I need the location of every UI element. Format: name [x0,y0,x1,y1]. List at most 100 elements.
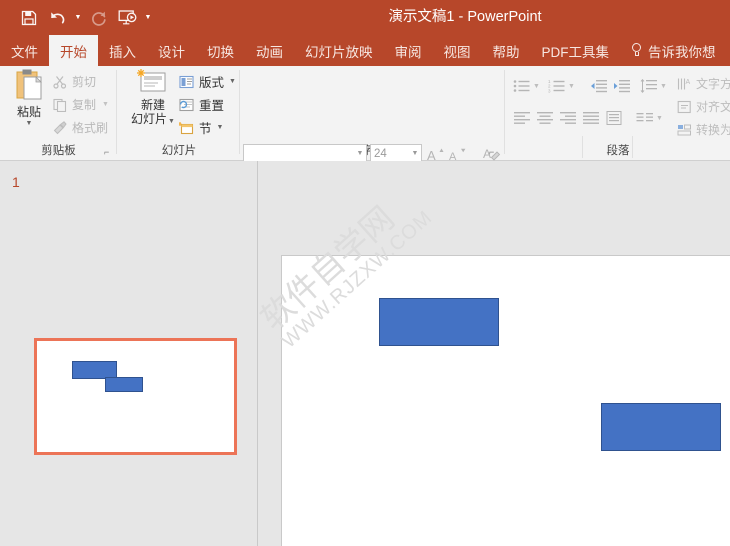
paste-label: 粘贴 [16,105,41,119]
paragraph-separator-2 [632,136,633,158]
bullets-dropdown-icon[interactable]: ▼ [532,76,541,96]
section-icon [178,120,195,136]
thumbnail-rectangle-2 [105,377,143,392]
numbering-button[interactable]: 1 2 3 [546,76,567,96]
copy-button[interactable]: 复制 ▼ [52,96,109,113]
align-left-button[interactable] [511,108,532,128]
new-slide-label-2-text: 幻灯片 [131,112,168,126]
tab-help[interactable]: 帮助 [482,35,531,66]
title-bar: ▼ ▼ 演示文稿1 - PowerPoint [0,0,730,35]
text-direction-icon: A [676,76,692,91]
new-slide-dropdown-icon[interactable]: ▼ [168,118,175,125]
reset-label: 重置 [199,99,225,113]
font-size-input[interactable] [371,145,409,162]
format-painter-button[interactable]: 格式刷 [52,119,108,136]
tab-pdf-tools[interactable]: PDF工具集 [531,35,621,66]
cut-label: 剪切 [72,75,97,89]
new-slide-icon [136,68,170,98]
text-direction-label: 文字方向 [696,77,730,91]
line-spacing-dropdown-icon[interactable]: ▼ [659,76,668,96]
slide-rectangle-2[interactable] [601,403,721,451]
columns-dropdown-icon[interactable]: ▼ [655,108,664,128]
copy-label: 复制 [72,98,97,112]
align-text-icon [676,99,692,114]
slide-number-label: 1 [12,174,20,190]
group-label-paragraph: 段落 [606,145,630,157]
format-painter-label: 格式刷 [72,121,109,135]
decrease-indent-button[interactable] [588,76,609,96]
justify-button[interactable] [580,108,601,128]
numbering-dropdown-icon[interactable]: ▼ [567,76,576,96]
group-label-clipboard: 剪贴板 [41,145,76,157]
tab-home[interactable]: 开始 [49,35,98,66]
new-slide-label-1: 新建 [140,98,165,112]
svg-text:A: A [449,151,457,162]
section-button[interactable]: 节 ▼ [178,118,223,137]
ribbon-tab-bar: 文件 开始 插入 设计 切换 动画 幻灯片放映 审阅 视图 帮助 PDF工具集 … [0,35,730,66]
tab-review[interactable]: 审阅 [384,35,433,66]
new-slide-label-2: 幻灯片▼ [126,112,180,129]
workspace: 1 软件自学网 WWW.RJZXW.COM [0,161,730,546]
cut-button[interactable]: 剪切 [52,73,96,90]
svg-text:A: A [427,148,436,162]
slide-thumbnail-pane[interactable]: 1 [0,161,258,546]
tab-transitions[interactable]: 切换 [196,35,245,66]
bullets-button[interactable] [511,76,532,96]
reset-button[interactable]: 重置 [178,95,224,114]
slide-rectangle-1[interactable] [379,298,499,346]
tell-me-label: 告诉我你想 [648,44,716,60]
svg-text:A: A [685,79,690,86]
increase-indent-button[interactable] [611,76,632,96]
align-center-button[interactable] [534,108,555,128]
powerpoint-window: ▼ ▼ 演示文稿1 - PowerPoint 文件 开始 插入 设计 切换 动画… [0,0,730,546]
layout-button[interactable]: 版式 ▼ [178,72,236,91]
align-text-label: 对齐文本 [696,100,730,114]
convert-to-smartart-label: 转换为 [696,123,730,137]
paste-dropdown-icon[interactable]: ▼ [6,120,52,128]
scissors-icon [52,74,68,90]
slide-canvas[interactable] [281,255,730,546]
layout-label: 版式 [199,76,225,90]
paintbrush-icon [52,120,68,136]
window-title: 演示文稿1 - PowerPoint [388,9,542,25]
smartart-icon [676,122,692,137]
group-slides: 新建 幻灯片▼ 版式 ▼ 重置 节 ▼ 幻灯片 [118,66,240,160]
group-clipboard: 粘贴 ▼ 剪切 复制 ▼ 格式刷 剪贴板 ⌐ [0,66,117,160]
group-separator [116,70,117,154]
section-label: 节 [199,122,212,136]
paste-icon [13,68,45,102]
layout-dropdown-icon[interactable]: ▼ [229,78,236,85]
slide-editing-pane[interactable] [259,161,730,546]
layout-icon [178,74,195,90]
tab-view[interactable]: 视图 [433,35,482,66]
tab-slideshow[interactable]: 幻灯片放映 [294,35,384,66]
copy-dropdown-icon[interactable]: ▼ [102,101,109,108]
ribbon-body: 粘贴 ▼ 剪切 复制 ▼ 格式刷 剪贴板 ⌐ 新建 幻灯片▼ 版式 ▼ 重置 节… [0,66,730,191]
svg-text:A: A [483,147,491,161]
slide-thumbnail-1[interactable] [34,338,237,455]
font-name-input[interactable] [244,145,354,162]
tab-insert[interactable]: 插入 [98,35,147,66]
clipboard-dialog-launcher[interactable]: ⌐ [104,148,113,157]
distributed-button[interactable] [603,108,624,128]
paragraph-separator-1 [582,136,583,158]
align-text-button[interactable]: 对齐文本 [676,98,730,115]
font-name-dropdown-icon[interactable]: ▼ [354,145,366,162]
columns-button[interactable] [634,108,655,128]
align-right-button[interactable] [557,108,578,128]
text-direction-button[interactable]: A 文字方向 [676,75,730,92]
group-separator [239,70,240,154]
group-label-slides: 幻灯片 [161,145,197,157]
section-dropdown-icon[interactable]: ▼ [217,124,224,131]
copy-icon [52,97,68,113]
paste-button[interactable]: 粘贴 ▼ [6,68,52,128]
tell-me-box[interactable]: 告诉我你想 [620,35,722,66]
new-slide-button[interactable]: 新建 幻灯片▼ [126,68,180,129]
tab-file[interactable]: 文件 [0,35,49,66]
convert-to-smartart-button[interactable]: 转换为 [676,121,730,138]
font-size-dropdown-icon[interactable]: ▼ [409,145,421,162]
line-spacing-button[interactable] [638,76,659,96]
tab-design[interactable]: 设计 [147,35,196,66]
tab-animations[interactable]: 动画 [245,35,294,66]
svg-text:3: 3 [548,88,551,93]
